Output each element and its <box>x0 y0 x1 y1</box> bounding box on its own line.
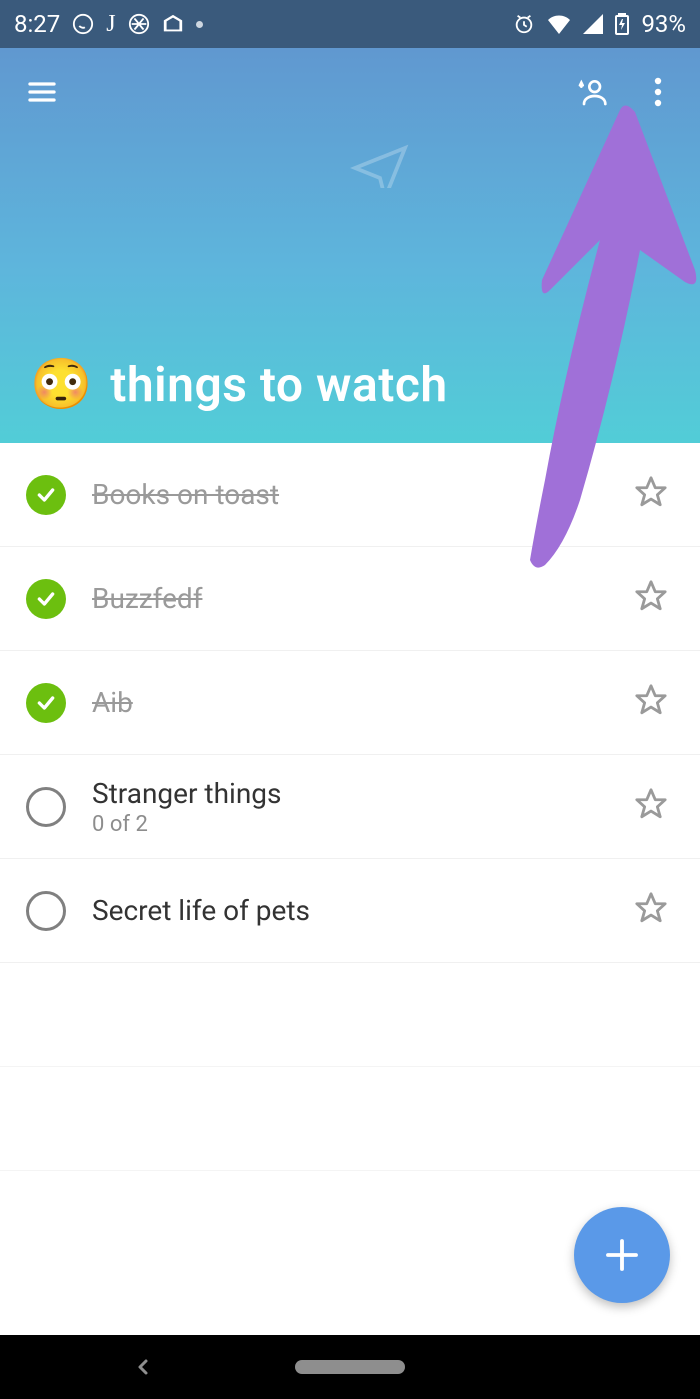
letter-j-icon: J <box>106 11 115 38</box>
task-row[interactable]: Buzzfedf <box>0 547 700 651</box>
status-bar: 8:27 J 93% <box>0 0 700 48</box>
task-label: Books on toast <box>92 478 634 511</box>
task-checkbox[interactable] <box>26 891 66 931</box>
alarm-icon <box>513 13 535 35</box>
task-label: Buzzfedf <box>92 582 634 615</box>
add-task-button[interactable] <box>574 1207 670 1303</box>
empty-row <box>0 963 700 1067</box>
swirl-icon <box>128 13 150 35</box>
list-title-wrap: 😳 things to watch <box>30 356 448 413</box>
task-checkbox[interactable] <box>26 475 66 515</box>
plane-decoration-icon <box>350 128 410 188</box>
task-star[interactable] <box>634 683 674 723</box>
task-row[interactable]: Secret life of pets <box>0 859 700 963</box>
task-list: Books on toast Buzzfedf Aib Stranger thi… <box>0 443 700 1171</box>
task-row[interactable]: Stranger things 0 of 2 <box>0 755 700 859</box>
status-time: 8:27 <box>14 10 60 38</box>
task-row[interactable]: Aib <box>0 651 700 755</box>
inbox-icon <box>162 13 184 35</box>
task-checkbox[interactable] <box>26 787 66 827</box>
back-button[interactable] <box>131 1355 155 1379</box>
whatsapp-icon <box>72 13 94 35</box>
battery-percent: 93% <box>641 10 686 38</box>
topbar <box>0 48 700 114</box>
task-checkbox[interactable] <box>26 683 66 723</box>
status-left: 8:27 J <box>14 10 203 38</box>
empty-row <box>0 1067 700 1171</box>
system-nav-bar <box>0 1335 700 1399</box>
more-options-button[interactable] <box>636 70 680 114</box>
status-right: 93% <box>513 10 686 38</box>
task-checkbox[interactable] <box>26 579 66 619</box>
wifi-icon <box>547 14 571 34</box>
task-label: Stranger things <box>92 777 634 810</box>
battery-charging-icon <box>615 13 629 35</box>
task-label: Secret life of pets <box>92 894 634 927</box>
menu-button[interactable] <box>20 70 64 114</box>
task-star[interactable] <box>634 579 674 619</box>
list-title: things to watch <box>110 356 447 413</box>
task-row[interactable]: Books on toast <box>0 443 700 547</box>
task-star[interactable] <box>634 891 674 931</box>
list-emoji: 😳 <box>30 360 92 410</box>
task-star[interactable] <box>634 787 674 827</box>
list-header: 😳 things to watch <box>0 48 700 443</box>
home-pill[interactable] <box>295 1360 405 1374</box>
more-notifications-icon <box>196 21 203 28</box>
task-star[interactable] <box>634 475 674 515</box>
task-subtitle: 0 of 2 <box>92 812 634 837</box>
task-label: Aib <box>92 686 634 719</box>
signal-icon <box>583 14 603 34</box>
share-person-button[interactable] <box>570 70 614 114</box>
